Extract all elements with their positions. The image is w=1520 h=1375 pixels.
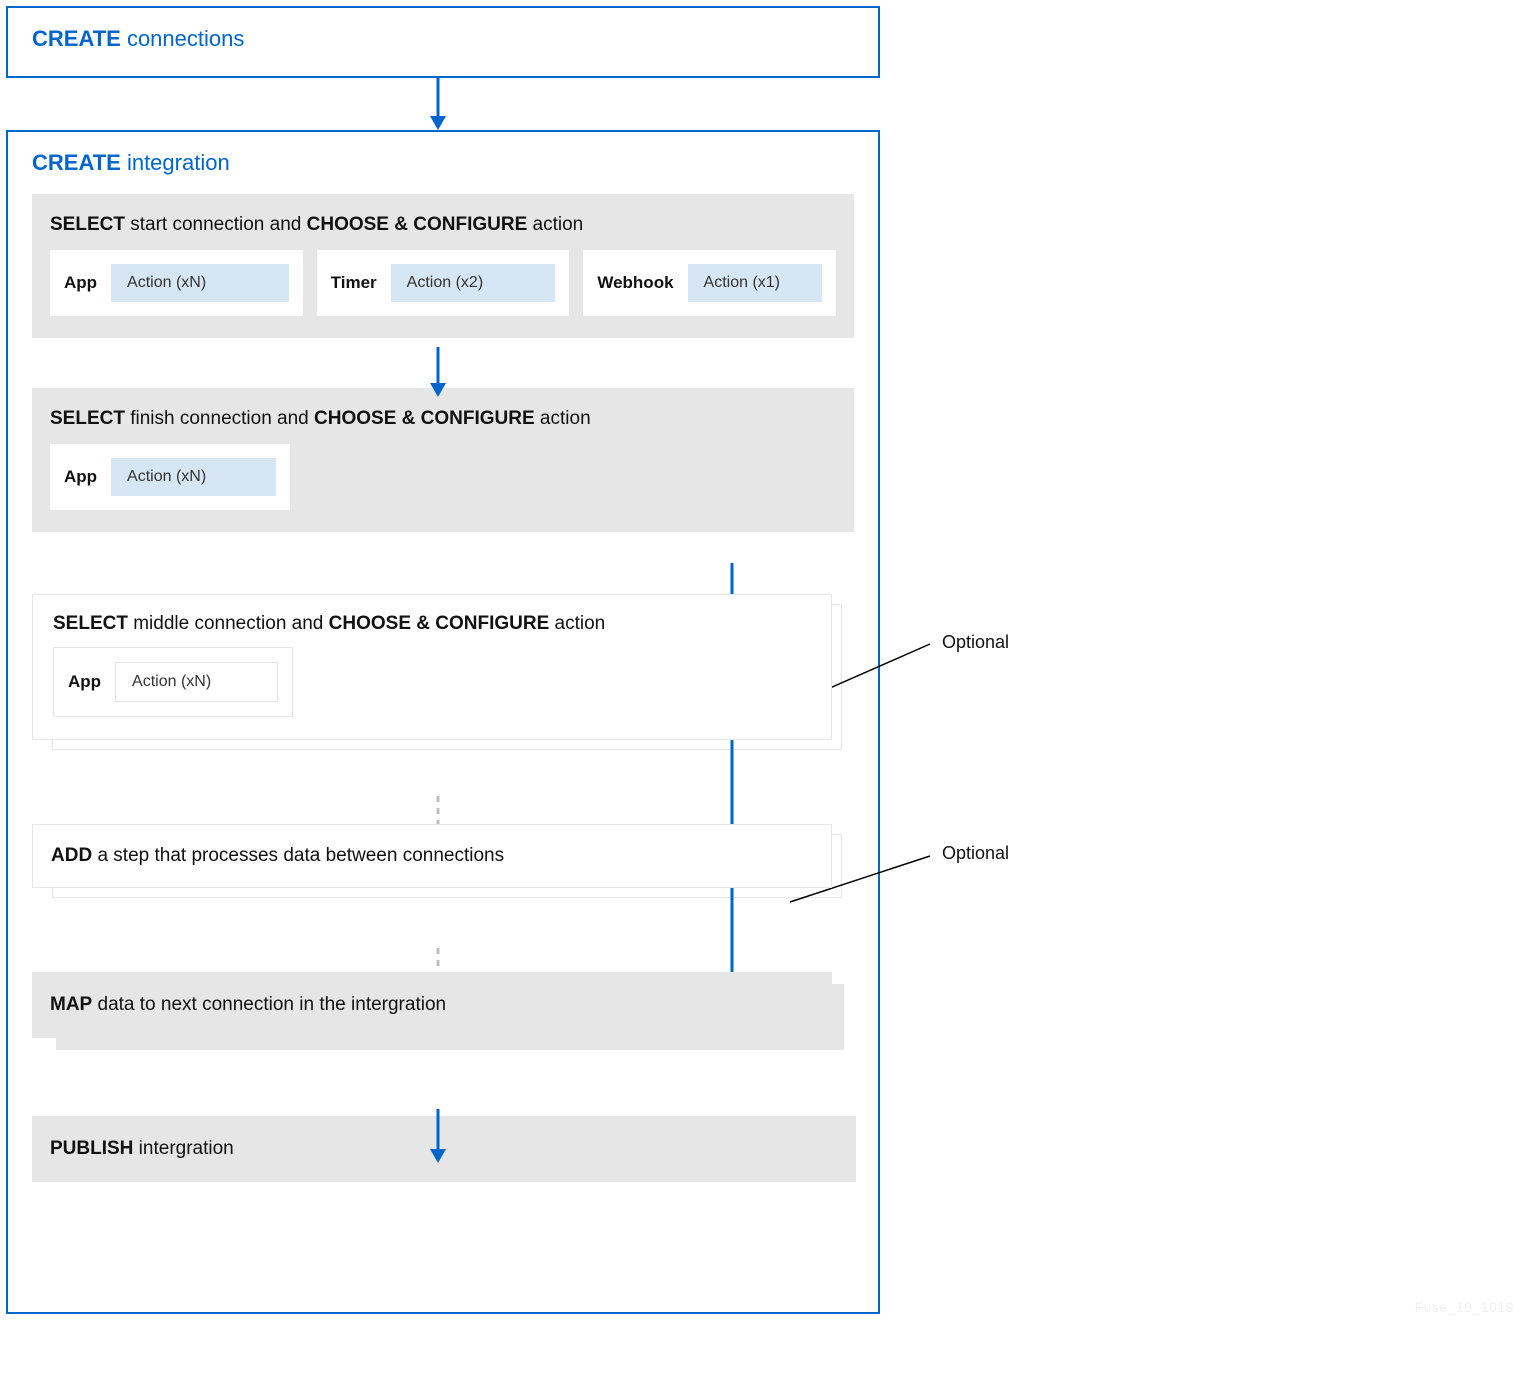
- select-middle-title: SELECT middle connection and CHOOSE & CO…: [53, 613, 811, 635]
- start-timer-action: Action (x2): [391, 264, 556, 302]
- start-webhook-label: Webhook: [597, 273, 673, 293]
- select-middle-stack: SELECT middle connection and CHOOSE & CO…: [32, 594, 832, 740]
- create-connections-title: CREATE connections: [32, 26, 854, 52]
- map-panel: MAP data to next connection in the inter…: [32, 972, 832, 1038]
- finish-app-label: App: [64, 467, 97, 487]
- add-step-title: ADD a step that processes data between c…: [51, 845, 813, 867]
- create-integration-rest: integration: [121, 150, 230, 175]
- start-row: App Action (xN) Timer Action (x2) Webhoo…: [50, 250, 836, 316]
- select-middle-panel: SELECT middle connection and CHOOSE & CO…: [32, 594, 832, 740]
- start-card-webhook: Webhook Action (x1): [583, 250, 836, 316]
- arrow-start-to-finish: [426, 347, 450, 402]
- finish-card-app: App Action (xN): [50, 444, 290, 510]
- finish-app-action: Action (xN): [111, 458, 276, 496]
- start-app-label: App: [64, 273, 97, 293]
- middle-row: App Action (xN): [53, 647, 811, 717]
- select-finish-title: SELECT finish connection and CHOOSE & CO…: [50, 408, 836, 430]
- create-connections-verb: CREATE: [32, 26, 121, 51]
- start-timer-label: Timer: [331, 273, 377, 293]
- middle-card-app: App Action (xN): [53, 647, 293, 717]
- start-app-action: Action (xN): [111, 264, 289, 302]
- optional-label-middle: Optional: [942, 632, 1009, 653]
- middle-app-label: App: [68, 672, 101, 692]
- start-card-timer: Timer Action (x2): [317, 250, 570, 316]
- watermark: Fuse_19_1019: [1415, 1299, 1514, 1315]
- create-connections-rest: connections: [121, 26, 245, 51]
- arrow-top-to-main: [426, 78, 450, 135]
- add-step-stack: ADD a step that processes data between c…: [32, 824, 832, 888]
- middle-app-action: Action (xN): [115, 662, 278, 702]
- optional-label-add: Optional: [942, 843, 1009, 864]
- add-step-panel: ADD a step that processes data between c…: [32, 824, 832, 888]
- select-start-title: SELECT start connection and CHOOSE & CON…: [50, 214, 836, 236]
- create-connections-box: CREATE connections: [6, 6, 880, 78]
- start-webhook-action: Action (x1): [688, 264, 822, 302]
- arrow-map-to-publish: [426, 1109, 450, 1168]
- create-integration-verb: CREATE: [32, 150, 121, 175]
- start-card-app: App Action (xN): [50, 250, 303, 316]
- map-stack: MAP data to next connection in the inter…: [32, 972, 832, 1038]
- select-finish-panel: SELECT finish connection and CHOOSE & CO…: [32, 388, 854, 532]
- map-title: MAP data to next connection in the inter…: [50, 994, 814, 1016]
- finish-row: App Action (xN): [50, 444, 836, 510]
- select-start-panel: SELECT start connection and CHOOSE & CON…: [32, 194, 854, 338]
- create-integration-title: CREATE integration: [32, 150, 854, 176]
